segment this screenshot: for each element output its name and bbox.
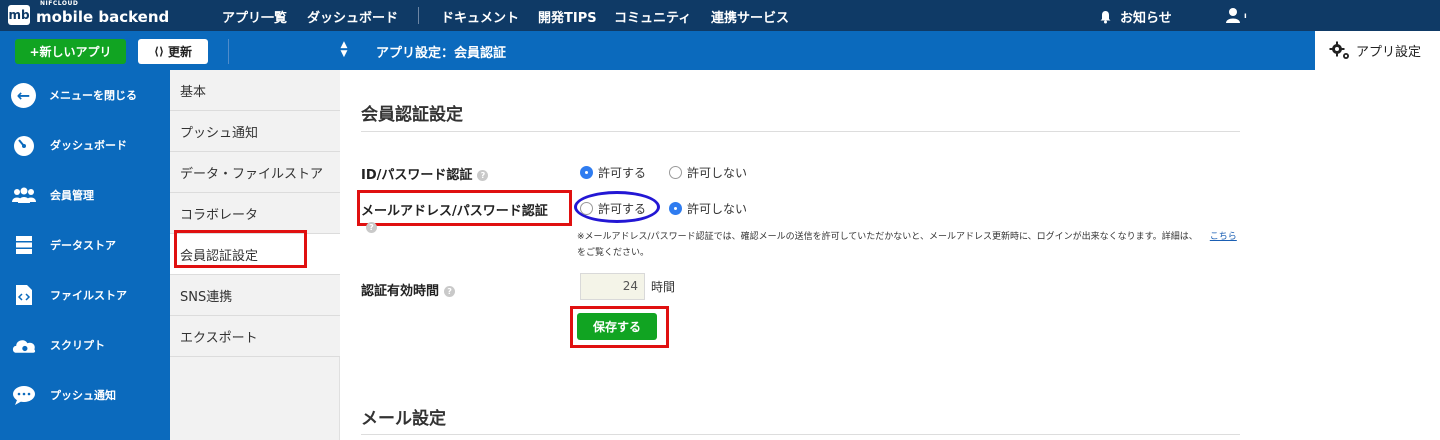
new-app-button[interactable]: +新しいアプリ — [15, 39, 126, 64]
app-settings-tab[interactable]: アプリ設定 — [1315, 31, 1440, 70]
radio-dot-selected — [669, 202, 682, 215]
refresh-button[interactable]: ⟨⟩ 更新 — [138, 39, 208, 64]
radio-label: 許可しない — [687, 166, 748, 180]
submenu-item-push[interactable]: プッシュ通知 — [170, 111, 340, 152]
refresh-icon: ⟨⟩ — [153, 45, 165, 58]
radio-dot — [669, 166, 682, 179]
note-text: ※メールアドレス/パスワード認証では、確認メールの送信を許可していただかないと、… — [577, 232, 1198, 242]
nav-integrations[interactable]: 連携サービス — [711, 7, 789, 26]
sidebar-item-dashboard[interactable]: ダッシュボード — [0, 120, 170, 170]
nav-community[interactable]: コミュニティ — [614, 7, 691, 26]
help-icon[interactable]: ? — [444, 286, 456, 297]
sidebar-item-label: スクリプト — [50, 339, 105, 352]
sidebar-item-script[interactable]: スクリプト — [0, 320, 170, 370]
id-password-label-text: ID/パスワード認証 — [361, 168, 473, 183]
top-navbar: mb NIFCLOUD mobile backend アプリ一覧 ダッシュボード… — [0, 0, 1440, 31]
logo-sub: NIFCLOUD — [40, 0, 79, 7]
help-icon[interactable]: ? — [477, 170, 489, 181]
nav-separator — [418, 7, 419, 24]
mail-password-deny-radio[interactable]: 許可しない — [669, 200, 747, 217]
save-button[interactable]: 保存する — [577, 313, 657, 340]
radio-dot — [580, 202, 593, 215]
radio-label: 許可しない — [687, 202, 748, 216]
sidebar-item-close-menu[interactable]: ← メニューを閉じる — [0, 70, 170, 120]
database-icon — [11, 232, 37, 258]
section-divider — [361, 131, 1240, 132]
users-icon — [11, 182, 37, 208]
gauge-icon — [11, 132, 37, 158]
notifications-label: お知らせ — [1120, 11, 1172, 26]
id-password-allow-radio[interactable]: 許可する — [580, 164, 646, 181]
user-icon — [1226, 8, 1240, 23]
sidebar-item-label: データストア — [50, 239, 116, 252]
nav-dev-tips[interactable]: 開発TIPS — [538, 7, 597, 26]
app-switch-icon[interactable]: ▲ ▼ — [338, 41, 350, 61]
user-caret: ı — [1244, 10, 1247, 20]
app-logo[interactable]: mb NIFCLOUD mobile backend — [8, 0, 170, 27]
mail-auth-note: ※メールアドレス/パスワード認証では、確認メールの送信を許可していただかないと、… — [577, 229, 1242, 261]
logo-badge: mb — [8, 5, 30, 25]
sidebar-item-label: 会員管理 — [50, 189, 94, 202]
section-title-member-auth: 会員認証設定 — [361, 105, 463, 125]
logo-text: mobile backend — [36, 8, 170, 26]
section-title-mail-settings: メール設定 — [361, 409, 446, 429]
submenu-item-collaborator[interactable]: コラボレータ — [170, 193, 340, 234]
sidebar-item-datastore[interactable]: データストア — [0, 220, 170, 270]
arrow-left-icon: ← — [11, 82, 36, 108]
radio-label: 許可する — [598, 166, 647, 180]
breadcrumb: アプリ設定：会員認証 — [376, 46, 507, 61]
expiry-hours-input[interactable]: 24 — [580, 273, 645, 300]
user-menu[interactable]: ı — [1225, 7, 1247, 23]
mail-password-label: メールアドレス/パスワード認証 — [361, 204, 548, 219]
note-end: をご覧ください。 — [577, 248, 650, 258]
sidebar: ← メニューを閉じる ダッシュボード 会員管理 データストア ファイルストア ス… — [0, 70, 170, 440]
expiry-unit: 時間 — [651, 280, 676, 294]
mail-password-allow-radio[interactable]: 許可する — [580, 200, 646, 217]
gear-icon — [1329, 41, 1349, 59]
app-settings-label: アプリ設定 — [1356, 45, 1422, 60]
highlight-box-submenu — [174, 230, 307, 268]
note-link[interactable]: こちら — [1210, 232, 1237, 242]
sidebar-item-filestore[interactable]: ファイルストア — [0, 270, 170, 320]
submenu-item-sns[interactable]: SNS連携 — [170, 275, 340, 316]
nav-dashboard[interactable]: ダッシュボード — [307, 7, 398, 26]
id-password-deny-radio[interactable]: 許可しない — [669, 164, 747, 181]
expiry-label: 認証有効時間? — [361, 280, 456, 299]
id-password-label: ID/パスワード認証? — [361, 164, 489, 183]
file-code-icon — [11, 282, 37, 308]
sidebar-item-push[interactable]: プッシュ通知 — [0, 370, 170, 420]
cloud-gear-icon — [11, 332, 37, 358]
sidebar-item-label: ダッシュボード — [50, 139, 127, 152]
section-divider — [361, 434, 1240, 435]
sidebar-item-label: ファイルストア — [50, 289, 127, 302]
sidebar-item-label: メニューを閉じる — [49, 89, 137, 102]
chat-bubble-icon — [11, 382, 37, 408]
radio-label: 許可する — [598, 202, 647, 216]
bell-icon — [1100, 10, 1111, 23]
sidebar-item-label: プッシュ通知 — [50, 389, 116, 402]
nav-documents[interactable]: ドキュメント — [441, 7, 519, 26]
expiry-label-text: 認証有効時間 — [361, 284, 440, 299]
radio-dot-selected — [580, 166, 593, 179]
sidebar-item-users[interactable]: 会員管理 — [0, 170, 170, 220]
toolbar-divider — [228, 39, 229, 64]
nav-app-list[interactable]: アプリ一覧 — [222, 7, 287, 26]
refresh-label: 更新 — [168, 45, 193, 59]
notifications-link[interactable]: お知らせ — [1099, 7, 1172, 26]
submenu-item-basic[interactable]: 基本 — [170, 70, 340, 111]
submenu-item-data-file-store[interactable]: データ・ファイルストア — [170, 152, 340, 193]
submenu-item-export[interactable]: エクスポート — [170, 316, 340, 357]
help-icon[interactable]: ? — [366, 222, 377, 233]
